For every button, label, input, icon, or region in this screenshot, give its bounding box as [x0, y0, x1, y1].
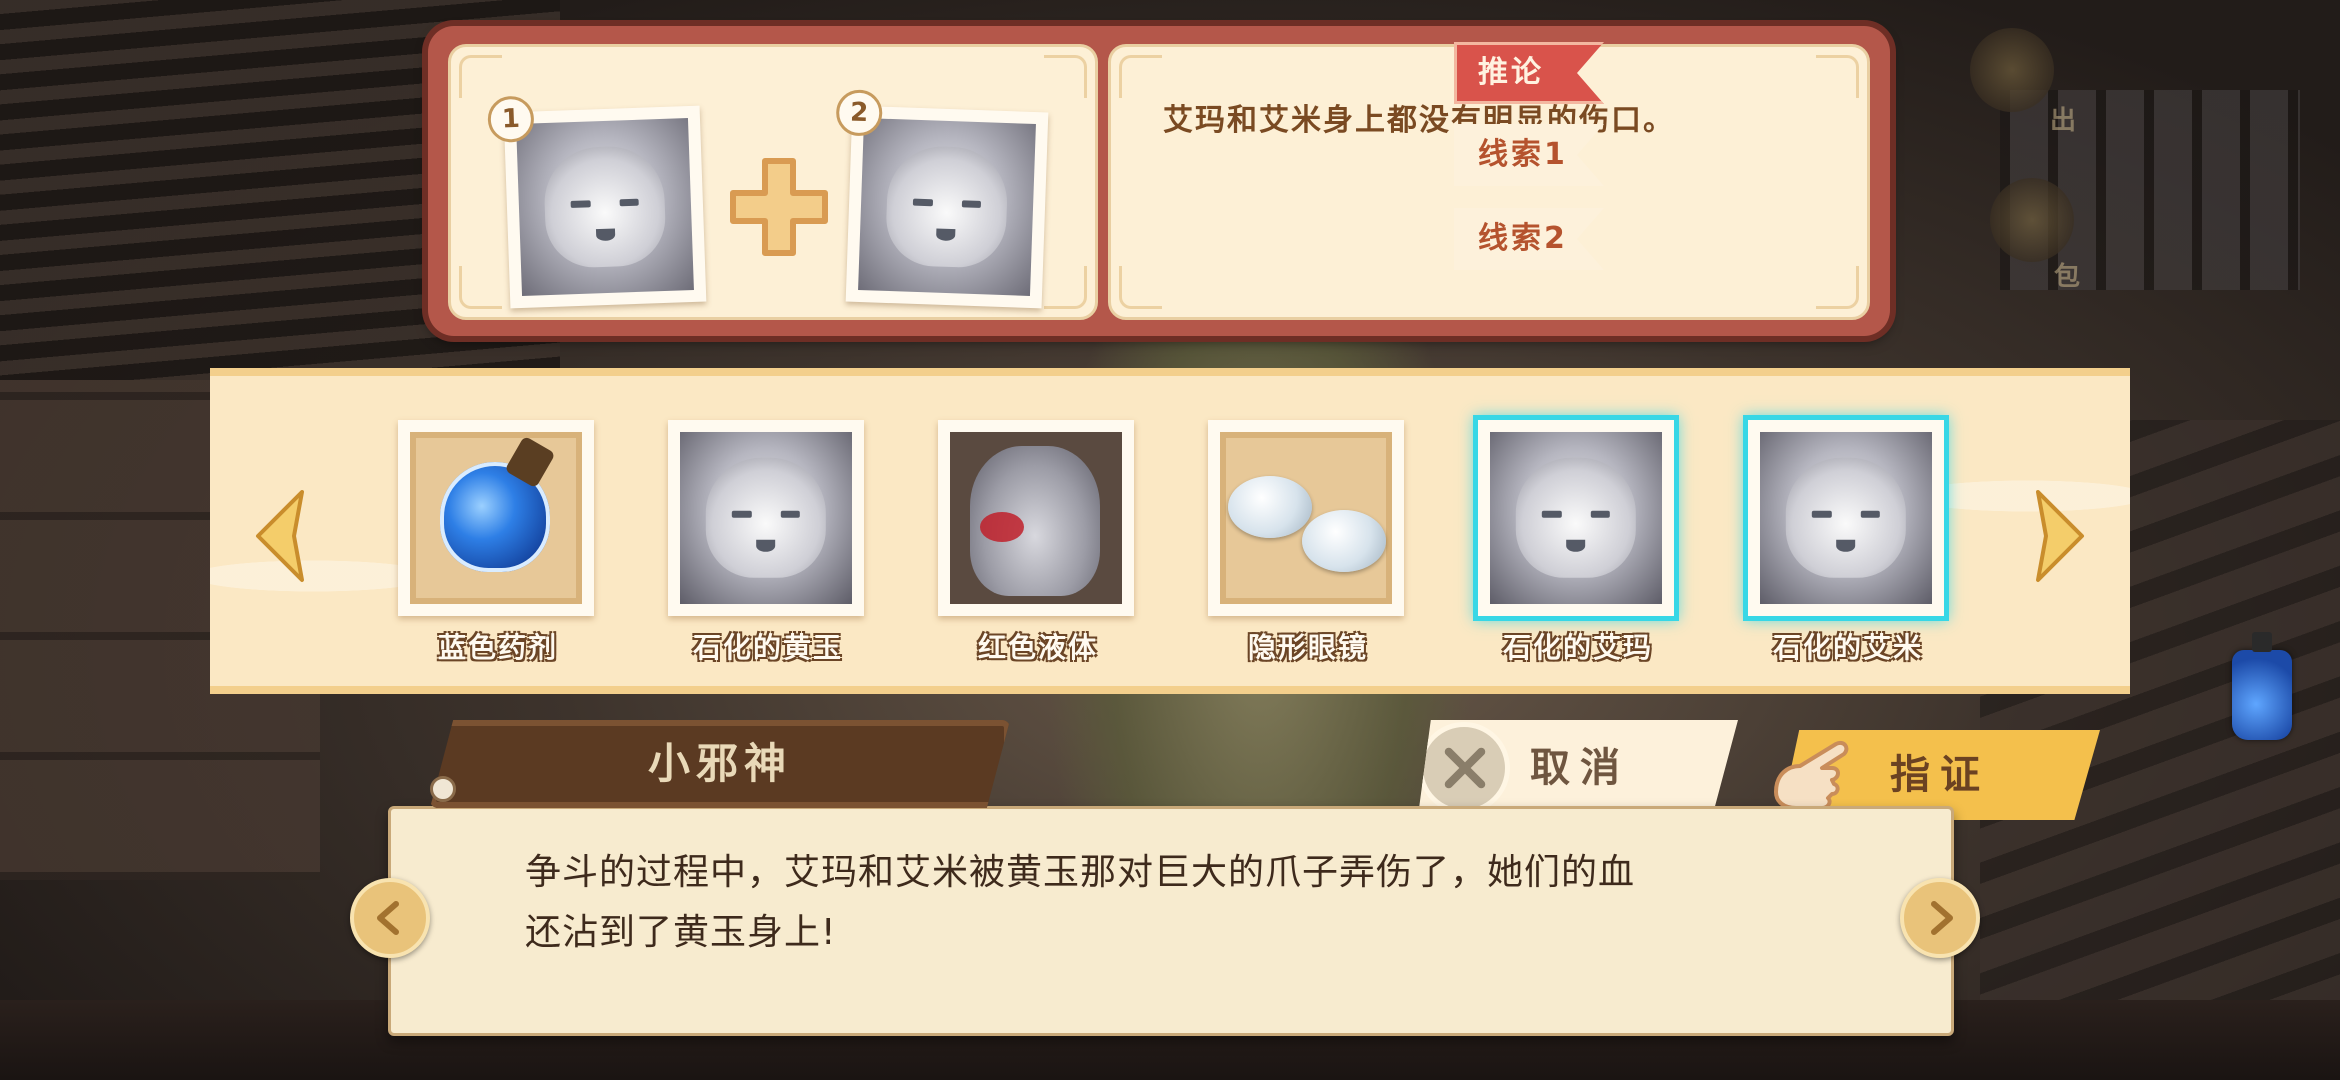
- previous-line-button[interactable]: [350, 878, 430, 958]
- corner-ornament: [1044, 55, 1087, 98]
- item-label: 隐形眼镜: [1247, 631, 1368, 664]
- shelf-potion-bottle: [2232, 632, 2292, 740]
- dialogue-line-2: 还沾到了黄玉身上!: [525, 912, 837, 953]
- corner-ornament: [1816, 55, 1859, 98]
- next-line-button[interactable]: [1900, 878, 1980, 958]
- item-label: 蓝色药剂: [437, 631, 558, 664]
- item-contact-lens[interactable]: 隐形眼镜: [1208, 420, 1408, 670]
- item-petrified-emma[interactable]: 石化的艾玛: [1478, 420, 1678, 670]
- deduction-panel: 1 2 艾玛和艾米身上都没有明显的伤口。: [428, 26, 1890, 336]
- petrified-amy-portrait: [858, 118, 1036, 296]
- clue-slot-2[interactable]: 2: [835, 89, 1049, 309]
- corner-ornament: [459, 55, 502, 98]
- cancel-button[interactable]: 取消: [1418, 720, 1738, 816]
- corner-ornament: [459, 266, 502, 309]
- item-inventory: 蓝色药剂 石化的黄玉 红色液体 隐形眼镜 石化的艾玛 石化的艾米: [210, 368, 2130, 694]
- petrified-emma-portrait: [516, 118, 694, 296]
- combination-slots: 1 2: [448, 44, 1098, 320]
- chevron-right-icon: [1931, 901, 1953, 935]
- exit-round-button: [1970, 28, 2054, 112]
- item-label: 红色液体: [977, 631, 1098, 664]
- petrified-emma-portrait: [1490, 432, 1662, 604]
- item-label: 石化的艾玛: [1502, 631, 1653, 664]
- clue-slot-1[interactable]: 1: [487, 95, 707, 309]
- corner-ornament: [1119, 55, 1162, 98]
- scroll-left-arrow-icon[interactable]: [250, 486, 310, 586]
- item-blue-potion[interactable]: 蓝色药剂: [398, 420, 598, 670]
- blood-stain: [980, 512, 1024, 542]
- close-icon: [1418, 722, 1510, 814]
- item-label: 石化的黄玉: [692, 631, 843, 664]
- corner-ornament: [1044, 266, 1087, 309]
- bag-round-button: [1990, 178, 2074, 262]
- item-petrified-topaz[interactable]: 石化的黄玉: [668, 420, 868, 670]
- speaker-nameplate: 小邪神: [430, 720, 1010, 808]
- nameplate-pin: [430, 776, 456, 802]
- contact-lens-icon: [1220, 432, 1392, 604]
- bag-label-fragment: 包: [2054, 262, 2081, 292]
- scroll-right-arrow-icon[interactable]: [2030, 486, 2090, 586]
- plus-icon: [730, 158, 828, 256]
- exit-label-fragment: 出: [2050, 106, 2077, 136]
- item-petrified-amy[interactable]: 石化的艾米: [1748, 420, 1948, 670]
- dialogue-box[interactable]: 争斗的过程中，艾玛和艾米被黄玉那对巨大的爪子弄伤了，她们的血 还沾到了黄玉身上!: [388, 806, 1954, 1036]
- item-red-liquid[interactable]: 红色液体: [938, 420, 1138, 670]
- pointing-hand-icon: [1774, 741, 1849, 810]
- petrified-amy-portrait: [1760, 432, 1932, 604]
- blue-potion-icon: [440, 462, 550, 572]
- corner-ornament: [1816, 266, 1859, 309]
- item-label: 石化的艾米: [1772, 631, 1923, 664]
- dialogue-line-1: 争斗的过程中，艾玛和艾米被黄玉那对巨大的爪子弄伤了，她们的血: [525, 852, 1636, 893]
- corner-ornament: [1119, 266, 1162, 309]
- speaker-name: 小邪神: [647, 739, 792, 788]
- cancel-label: 取消: [1530, 745, 1630, 791]
- chevron-left-icon: [377, 901, 399, 935]
- petrified-topaz-portrait: [680, 432, 852, 604]
